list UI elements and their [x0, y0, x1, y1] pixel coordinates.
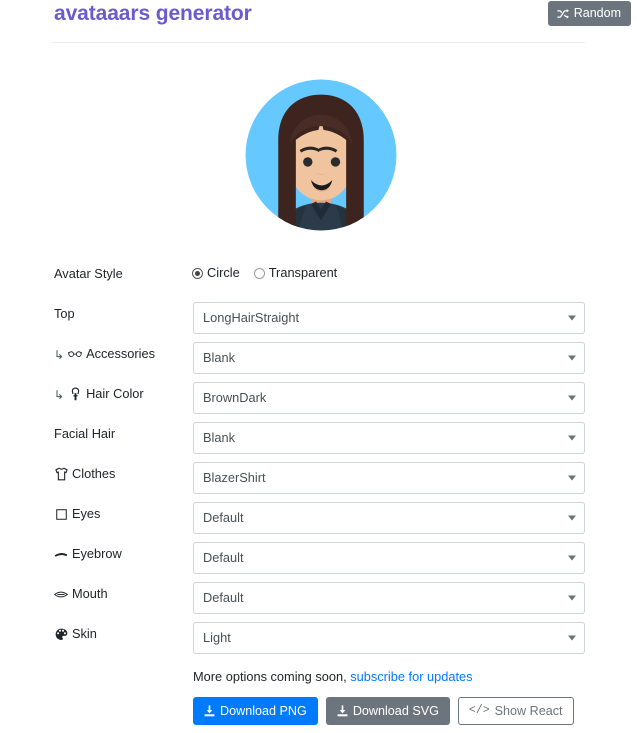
select-mouth[interactable]: Default [193, 582, 585, 614]
eyebrow-icon [54, 547, 68, 561]
select-top[interactable]: LongHairStraight [193, 302, 585, 334]
label-top-text: Top [54, 306, 75, 321]
chevron-down-icon [568, 395, 576, 401]
download-icon [337, 705, 348, 717]
footer-note-text: More options coming soon, [193, 669, 351, 684]
download-icon [204, 705, 215, 717]
select-clothes-value: BlazerShirt [203, 470, 266, 485]
select-eyebrow-value: Default [203, 550, 244, 565]
chevron-down-icon [568, 355, 576, 361]
glasses-icon [68, 347, 83, 361]
label-accessories-text: Accessories [86, 346, 156, 361]
eye-square-icon [54, 507, 68, 521]
footer-note: More options coming soon, subscribe for … [193, 669, 473, 685]
avatar-options-form: Avatar Style Circle Transparent Top Long… [0, 262, 637, 662]
avatar-preview [238, 62, 404, 248]
label-facial-hair-text: Facial Hair [54, 426, 116, 441]
radio-option-circle[interactable]: Circle [192, 263, 240, 283]
show-react-button[interactable]: </> Show React [457, 697, 574, 725]
select-top-value: LongHairStraight [203, 310, 300, 325]
sub-item-arrow-icon: ↳ [54, 348, 65, 362]
show-react-label: Show React [494, 704, 563, 718]
chevron-down-icon [568, 475, 576, 481]
label-clothes-text: Clothes [72, 466, 116, 481]
random-button-label: Random [573, 6, 621, 20]
select-skin-value: Light [203, 630, 231, 645]
select-eyebrow[interactable]: Default [193, 542, 585, 574]
row-top: Top LongHairStraight [0, 302, 637, 342]
label-avatar-style: Avatar Style [54, 262, 194, 286]
code-icon: </> [468, 704, 490, 717]
row-mouth: Mouth Default [0, 582, 637, 622]
download-svg-button[interactable]: Download SVG [325, 697, 450, 725]
row-accessories: ↳ Accessories Blank [0, 342, 637, 382]
label-eyebrow: Eyebrow [54, 542, 194, 566]
avatar-style-radio-group: Circle Transparent [192, 263, 337, 283]
action-button-bar: Download PNG Download SVG </> Show React [193, 697, 574, 725]
chevron-down-icon [568, 315, 576, 321]
row-eyebrow: Eyebrow Default [0, 542, 637, 582]
label-eyes-text: Eyes [72, 506, 101, 521]
hair-color-icon [68, 387, 82, 401]
mouth-icon [54, 587, 68, 601]
row-eyes: Eyes Default [0, 502, 637, 542]
select-mouth-value: Default [203, 590, 244, 605]
row-avatar-style: Avatar Style Circle Transparent [0, 262, 637, 302]
select-hair-color[interactable]: BrownDark [193, 382, 585, 414]
label-facial-hair: Facial Hair [54, 422, 194, 446]
label-hair-color: ↳ Hair Color [54, 382, 194, 406]
select-eyes-value: Default [203, 510, 244, 525]
chevron-down-icon [568, 595, 576, 601]
label-skin: Skin [54, 622, 194, 646]
chevron-down-icon [568, 635, 576, 641]
page-title: avataaars generator [54, 2, 252, 25]
select-skin[interactable]: Light [193, 622, 585, 654]
label-hair-color-text: Hair Color [86, 386, 144, 401]
radio-option-transparent[interactable]: Transparent [253, 263, 338, 283]
download-svg-label: Download SVG [352, 704, 439, 718]
label-top: Top [54, 302, 194, 326]
chevron-down-icon [568, 555, 576, 561]
sub-item-arrow-icon: ↳ [54, 388, 65, 402]
radio-circle-label: Circle [207, 265, 240, 280]
label-mouth-text: Mouth [72, 586, 108, 601]
palette-icon [54, 627, 68, 641]
select-hair-color-value: BrownDark [203, 390, 267, 405]
radio-transparent-icon[interactable] [253, 267, 265, 279]
radio-transparent-label: Transparent [268, 265, 338, 280]
label-clothes: Clothes [54, 462, 194, 486]
label-eyes: Eyes [54, 502, 194, 526]
label-mouth: Mouth [54, 582, 194, 606]
tshirt-icon [54, 467, 68, 481]
label-skin-text: Skin [72, 626, 97, 641]
row-facial-hair: Facial Hair Blank [0, 422, 637, 462]
chevron-down-icon [568, 515, 576, 521]
chevron-down-icon [568, 435, 576, 441]
select-clothes[interactable]: BlazerShirt [193, 462, 585, 494]
select-eyes[interactable]: Default [193, 502, 585, 534]
shuffle-icon [557, 8, 569, 20]
label-avatar-style-text: Avatar Style [54, 266, 123, 281]
select-facial-hair-value: Blank [203, 430, 236, 445]
header-divider [52, 42, 585, 43]
row-hair-color: ↳ Hair Color BrownDark [0, 382, 637, 422]
random-button[interactable]: Random [547, 1, 631, 26]
page-header: avataaars generator Random [0, 0, 637, 42]
download-png-label: Download PNG [220, 704, 307, 718]
radio-circle-icon[interactable] [192, 267, 203, 279]
download-png-button[interactable]: Download PNG [193, 697, 318, 725]
subscribe-link[interactable]: subscribe for updates [350, 669, 472, 684]
select-facial-hair[interactable]: Blank [193, 422, 585, 454]
avataaars-generator-page: avataaars generator Random Avatar Style … [0, 0, 637, 733]
label-accessories: ↳ Accessories [54, 342, 194, 366]
select-accessories-value: Blank [203, 350, 236, 365]
label-eyebrow-text: Eyebrow [72, 546, 122, 561]
row-skin: Skin Light [0, 622, 637, 662]
select-accessories[interactable]: Blank [193, 342, 585, 374]
row-clothes: Clothes BlazerShirt [0, 462, 637, 502]
